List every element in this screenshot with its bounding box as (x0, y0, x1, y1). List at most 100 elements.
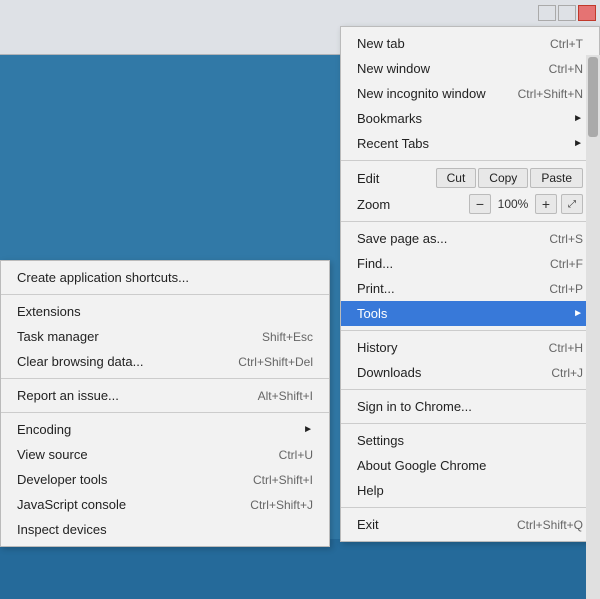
menu-shortcut: Ctrl+S (549, 232, 583, 246)
submenu-item-label: View source (17, 447, 88, 462)
zoom-in-button[interactable]: + (535, 194, 557, 214)
menu-shortcut: Ctrl+J (551, 366, 583, 380)
submenu-shortcut: Alt+Shift+I (258, 389, 313, 403)
submenu-item-developer-tools[interactable]: Developer tools Ctrl+Shift+I (1, 467, 329, 492)
fullscreen-button[interactable]: ⤢ (561, 194, 583, 214)
menu-separator (341, 389, 599, 390)
submenu-shortcut: Ctrl+Shift+I (253, 473, 313, 487)
menu-item-label: Tools (357, 306, 387, 321)
submenu-arrow-icon: ► (573, 308, 583, 319)
submenu-item-label: Extensions (17, 304, 81, 319)
menu-item-label: History (357, 340, 397, 355)
menu-shortcut: Ctrl+F (550, 257, 583, 271)
menu-item-label: Print... (357, 281, 395, 296)
submenu-shortcut: Ctrl+Shift+Del (238, 355, 313, 369)
menu-item-about-chrome[interactable]: About Google Chrome (341, 453, 599, 478)
submenu-shortcut: Shift+Esc (262, 330, 313, 344)
menu-separator (341, 221, 599, 222)
menu-item-signin[interactable]: Sign in to Chrome... (341, 394, 599, 419)
menu-item-settings[interactable]: Settings (341, 428, 599, 453)
submenu-arrow-icon: ► (573, 138, 583, 149)
submenu-item-encoding[interactable]: Encoding ► (1, 417, 329, 442)
zoom-out-button[interactable]: − (469, 194, 491, 214)
submenu-item-label: Clear browsing data... (17, 354, 143, 369)
menu-shortcut: Ctrl+T (550, 37, 583, 51)
submenu-separator (1, 412, 329, 413)
submenu-item-label: Developer tools (17, 472, 107, 487)
menu-item-label: Find... (357, 256, 393, 271)
menu-item-label: Sign in to Chrome... (357, 399, 472, 414)
menu-item-label: Save page as... (357, 231, 447, 246)
menu-item-label: Exit (357, 517, 379, 532)
menu-item-label: Bookmarks (357, 111, 422, 126)
submenu-separator (1, 378, 329, 379)
edit-row: Edit Cut Copy Paste (341, 165, 599, 191)
close-button[interactable] (578, 5, 596, 21)
menu-item-label: About Google Chrome (357, 458, 486, 473)
menu-item-new-tab[interactable]: New tab Ctrl+T (341, 31, 599, 56)
menu-item-label: Recent Tabs (357, 136, 429, 151)
zoom-row: Zoom − 100% + ⤢ (341, 191, 599, 217)
menu-item-label: New tab (357, 36, 405, 51)
main-menu: New tab Ctrl+T New window Ctrl+N New incogni… (340, 26, 600, 542)
menu-item-find[interactable]: Find... Ctrl+F (341, 251, 599, 276)
menu-shortcut: Ctrl+P (549, 282, 583, 296)
submenu-item-task-manager[interactable]: Task manager Shift+Esc (1, 324, 329, 349)
menu-item-label: New incognito window (357, 86, 486, 101)
submenu-item-report-issue[interactable]: Report an issue... Alt+Shift+I (1, 383, 329, 408)
submenu-separator (1, 294, 329, 295)
zoom-value: 100% (495, 197, 531, 211)
cut-button[interactable]: Cut (436, 168, 477, 188)
submenu-item-label: Report an issue... (17, 388, 119, 403)
submenu-item-label: Inspect devices (17, 522, 107, 537)
menu-item-label: New window (357, 61, 430, 76)
submenu-item-label: JavaScript console (17, 497, 126, 512)
submenu-item-clear-browsing[interactable]: Clear browsing data... Ctrl+Shift+Del (1, 349, 329, 374)
title-bar (0, 0, 600, 26)
submenu-shortcut: Ctrl+U (279, 448, 313, 462)
menu-item-label: Settings (357, 433, 404, 448)
menu-separator (341, 423, 599, 424)
zoom-label: Zoom (357, 197, 469, 212)
menu-shortcut: Ctrl+Shift+N (518, 87, 583, 101)
submenu-arrow-icon: ► (573, 113, 583, 124)
copy-button[interactable]: Copy (478, 168, 528, 188)
menu-item-exit[interactable]: Exit Ctrl+Shift+Q (341, 512, 599, 537)
menu-item-new-window[interactable]: New window Ctrl+N (341, 56, 599, 81)
menu-item-recent-tabs[interactable]: Recent Tabs ► (341, 131, 599, 156)
submenu-item-inspect-devices[interactable]: Inspect devices (1, 517, 329, 542)
submenu-shortcut: Ctrl+Shift+J (250, 498, 313, 512)
submenu-item-javascript-console[interactable]: JavaScript console Ctrl+Shift+J (1, 492, 329, 517)
submenu-item-extensions[interactable]: Extensions (1, 299, 329, 324)
menu-item-new-incognito-window[interactable]: New incognito window Ctrl+Shift+N (341, 81, 599, 106)
submenu-item-label: Task manager (17, 329, 99, 344)
paste-button[interactable]: Paste (530, 168, 583, 188)
tools-submenu: Create application shortcuts... Extension… (0, 260, 330, 547)
zoom-controls: − 100% + ⤢ (469, 194, 583, 214)
submenu-item-view-source[interactable]: View source Ctrl+U (1, 442, 329, 467)
menu-item-label: Help (357, 483, 384, 498)
menu-item-label: Downloads (357, 365, 421, 380)
menu-separator (341, 160, 599, 161)
submenu-arrow-icon: ► (303, 424, 313, 435)
submenu-item-create-shortcuts[interactable]: Create application shortcuts... (1, 265, 329, 290)
menu-separator (341, 507, 599, 508)
menu-item-bookmarks[interactable]: Bookmarks ► (341, 106, 599, 131)
edit-btn-group: Cut Copy Paste (436, 168, 583, 188)
scrollbar[interactable] (586, 55, 600, 599)
scrollbar-thumb[interactable] (588, 57, 598, 137)
menu-separator (341, 330, 599, 331)
menu-shortcut: Ctrl+N (549, 62, 583, 76)
menu-item-save-page[interactable]: Save page as... Ctrl+S (341, 226, 599, 251)
maximize-button[interactable] (558, 5, 576, 21)
menu-item-print[interactable]: Print... Ctrl+P (341, 276, 599, 301)
menu-item-tools[interactable]: Tools ► (341, 301, 599, 326)
menu-item-downloads[interactable]: Downloads Ctrl+J (341, 360, 599, 385)
menu-item-help[interactable]: Help (341, 478, 599, 503)
menu-shortcut: Ctrl+H (549, 341, 583, 355)
menu-item-history[interactable]: History Ctrl+H (341, 335, 599, 360)
menu-shortcut: Ctrl+Shift+Q (517, 518, 583, 532)
minimize-button[interactable] (538, 5, 556, 21)
submenu-item-label: Create application shortcuts... (17, 270, 189, 285)
submenu-item-label: Encoding (17, 422, 71, 437)
